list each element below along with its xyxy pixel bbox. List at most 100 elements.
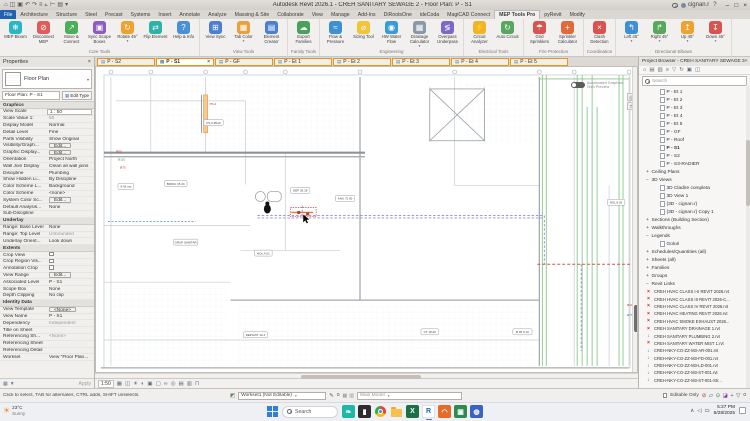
tool-flip-element[interactable]: ⇄ Flip Element xyxy=(142,20,169,48)
expand-toggle-icon[interactable]: − xyxy=(645,233,650,239)
tool-disconnect-mep[interactable]: ⊘ Disconnect MEP xyxy=(30,20,57,48)
tool-right-45-[interactable]: ↱ Right 45° ▾ xyxy=(646,20,673,48)
tree-item-p-et-2[interactable]: P - Et 2 xyxy=(639,96,750,104)
property-value[interactable]: Look down xyxy=(47,239,94,244)
property-value[interactable]: No clip xyxy=(47,293,94,298)
accelerated-graphics-toggle[interactable]: Accelerated Graphics Tech Preview xyxy=(570,81,623,89)
shadows-icon[interactable]: ◐ xyxy=(141,381,144,387)
property-value[interactable]: Plumbing xyxy=(47,171,94,176)
tree-item-legends[interactable]: − Legends xyxy=(639,232,750,240)
property-value[interactable]: P - S1 xyxy=(47,280,94,285)
tool-auto-circuit[interactable]: ↻ Auto Circuit xyxy=(494,20,521,48)
edit-button[interactable]: Edit... xyxy=(49,142,72,149)
ribbon-tab-idecoda[interactable]: ideCoda xyxy=(416,10,443,19)
ribbon-tab-structure[interactable]: Structure xyxy=(52,10,81,19)
dropdown-caret-icon[interactable]: ▾ xyxy=(715,39,717,43)
expand-toggle-icon[interactable]: − xyxy=(645,177,650,183)
property-value[interactable]: <none> xyxy=(47,191,94,196)
tag-icon[interactable]: ▤ xyxy=(57,2,63,8)
tool-clash-detection[interactable]: × Clash Detection xyxy=(586,20,613,48)
crop-view-icon[interactable]: ▣ xyxy=(147,381,152,387)
dropdown-caret-icon[interactable]: ▾ xyxy=(659,39,661,43)
undo-icon[interactable]: ↶ xyxy=(25,2,30,8)
view-tab-p-et-5[interactable]: ▤ P - Et 5 xyxy=(510,58,568,66)
taskbar-terminal-icon[interactable]: ▮ xyxy=(358,405,371,418)
property-value[interactable]: None xyxy=(47,205,94,210)
apply-button[interactable]: Apply xyxy=(78,381,91,387)
properties-close-icon[interactable]: × xyxy=(88,59,91,65)
property-value[interactable]: 1 : 50 xyxy=(47,109,92,115)
browser-home-icon[interactable]: ⌂ xyxy=(643,67,646,73)
ribbon-tab-add-ins[interactable]: Add-Ins xyxy=(354,10,380,19)
property-value[interactable] xyxy=(47,251,94,259)
save-icon[interactable]: ▣ xyxy=(17,2,23,8)
drawing-view[interactable]: 9.43 mp BIROU 15.43 DEP 26.18 AHU 72.00 HOL … xyxy=(95,66,638,373)
dropdown-caret-icon[interactable]: ▾ xyxy=(127,39,129,43)
expand-toggle-icon[interactable]: + xyxy=(645,249,650,255)
floor-plan-drawing[interactable]: 9.43 mp BIROU 15.43 DEP 26.18 AHU 72.00 HOL … xyxy=(96,67,637,373)
revit-link-item[interactable]: × CREH HVAC SMOKE EXHAUST 2026... xyxy=(639,318,750,325)
tool-circuit-analyzer[interactable]: ⚡ Circuit Analyzer xyxy=(466,20,493,48)
property-group-graphics[interactable]: Graphics xyxy=(0,102,94,109)
browser-views-icon[interactable]: ▤ xyxy=(649,67,654,73)
property-group-underlay[interactable]: Underlay xyxy=(0,217,94,225)
tool-mep-bloom[interactable]: ❄ MEP Bloom xyxy=(2,20,29,48)
tool-rotate-45-[interactable]: ↻ Rotate 45° ▾ xyxy=(114,20,141,48)
view-tab-p-et-1[interactable]: ▤ P - Et 1 xyxy=(274,58,332,66)
toggle-switch-icon[interactable] xyxy=(570,82,585,89)
measure-icon[interactable]: ⟀ xyxy=(45,2,49,8)
revit-link-item[interactable]: ↓ CREH-NKY-CO-ZZ-M3-ST-001-Str... xyxy=(639,377,750,384)
horizontal-scrollbar[interactable] xyxy=(95,373,638,379)
worksharing-display-icon[interactable]: ▥ xyxy=(187,381,192,387)
view-tab-p-gf[interactable]: ▤ P - GF xyxy=(215,58,273,66)
ribbon-tab-dirootsone[interactable]: DiRootsOne xyxy=(380,10,416,19)
tool-element-creator[interactable]: ▤ Element Creator xyxy=(258,20,285,48)
tool-flow-pressure[interactable]: ≈ Flow & Pressure xyxy=(322,20,349,48)
revit-link-item[interactable]: ↓ CREH-NKY-CO-ZZ-M3-AR-001.rvt xyxy=(639,347,750,354)
view-tab-p-s1[interactable]: ▤ P - S1 × xyxy=(156,58,214,66)
select-links-icon[interactable]: ⊘ xyxy=(702,393,707,399)
tree-item-p-s2[interactable]: P - S2 xyxy=(639,152,750,160)
tree-item-p-et-3[interactable]: P - Et 3 xyxy=(639,104,750,112)
expand-toggle-icon[interactable]: + xyxy=(645,257,650,263)
print-icon[interactable]: ≡ xyxy=(39,2,43,8)
dropdown-caret-icon[interactable]: ▾ xyxy=(687,39,689,43)
tool-export-families[interactable]: ☁ Export Families xyxy=(290,20,317,48)
ribbon-tab-architecture[interactable]: Architecture xyxy=(16,10,52,19)
tool-sync-scope-boxes[interactable]: ▣ Sync Scope Boxes xyxy=(86,20,113,48)
selection-filter-icon[interactable]: ▽ xyxy=(736,393,740,399)
customize-qat-icon[interactable]: ▾ xyxy=(65,2,68,8)
reveal-constraints-icon[interactable]: ⊓ xyxy=(195,381,199,387)
tree-item-revit-links[interactable]: − Revit Links xyxy=(639,280,750,288)
tray-battery-icon[interactable]: ▭ xyxy=(704,408,709,414)
tool-sprinkler-calculator[interactable]: + Sprinkler Calculator xyxy=(554,20,581,48)
property-value[interactable]: Show Original xyxy=(47,137,94,142)
temporary-view-properties-icon[interactable]: ▤ xyxy=(179,381,184,387)
property-value[interactable]: Edit... xyxy=(47,272,94,278)
select-pinned-icon[interactable]: ⊙ xyxy=(716,393,721,399)
expand-toggle-icon[interactable]: + xyxy=(645,169,650,175)
property-value[interactable]: Edit... xyxy=(47,197,94,203)
ribbon-tab-collaborate[interactable]: Collaborate xyxy=(273,10,308,19)
tree-item--3d-cignan-r-[interactable]: {3D - cignan.r} xyxy=(639,200,750,208)
property-value[interactable]: Edit... xyxy=(47,142,94,149)
search-icon[interactable] xyxy=(672,2,678,8)
checkbox[interactable] xyxy=(49,265,54,270)
reveal-hidden-elements-icon[interactable]: ◎ xyxy=(171,381,176,387)
tree-item-3d-views[interactable]: −3D Views xyxy=(639,176,750,184)
taskbar-sharex-icon[interactable]: ▣ xyxy=(454,405,467,418)
detail-level-icon[interactable]: ▦ xyxy=(117,381,122,387)
ribbon-tab-manage[interactable]: Manage xyxy=(327,10,354,19)
tree-item-p-et-4[interactable]: P - Et 4 xyxy=(639,112,750,120)
taskbar-teams-icon[interactable]: ◍ xyxy=(470,405,483,418)
edit-button[interactable]: Edit... xyxy=(49,272,72,278)
ribbon-tab-pyrevit[interactable]: pyRevit xyxy=(540,10,565,19)
instance-selector[interactable]: Floor Plan: P - S1 xyxy=(2,91,61,100)
tree-item-p-roof[interactable]: P - Roof xyxy=(639,136,750,144)
tool-tab-color[interactable]: ▦ Tab Color ▾ xyxy=(230,20,257,48)
dropdown-caret-icon[interactable]: ▾ xyxy=(631,39,633,43)
property-value[interactable] xyxy=(47,265,94,272)
user-account-menu[interactable]: cignan.r xyxy=(681,2,709,8)
ribbon-tab-annotate[interactable]: Annotate xyxy=(175,10,204,19)
revit-link-item[interactable]: × CREH HVAC HEATING REVIT 2026.rvt xyxy=(639,310,750,317)
